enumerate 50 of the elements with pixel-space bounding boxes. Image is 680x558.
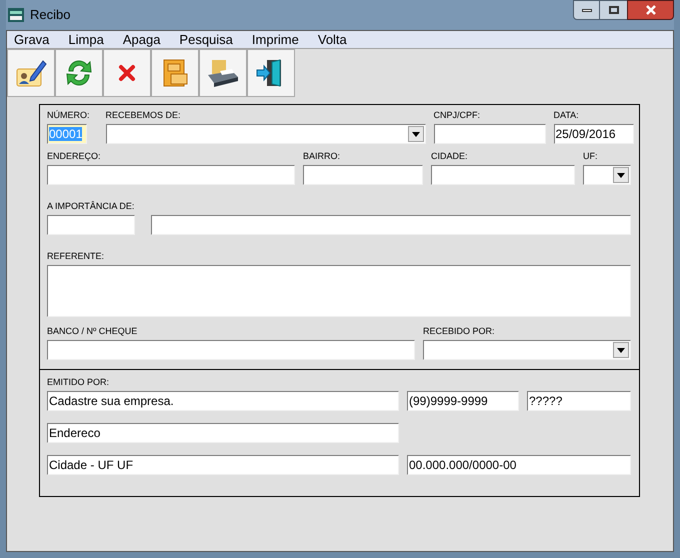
text-field[interactable]: Endereco (47, 423, 399, 443)
dropdown-field[interactable] (106, 124, 426, 144)
window-title: Recibo (30, 6, 70, 24)
text-field[interactable]: ????? (527, 391, 631, 411)
menu-item[interactable]: Grava (14, 32, 50, 48)
toolbar-button[interactable] (199, 49, 247, 97)
maximize-icon (608, 6, 618, 14)
text-field[interactable]: Cadastre sua empresa. (47, 391, 399, 411)
field-label: UF: (583, 151, 598, 162)
text-field[interactable] (434, 124, 546, 144)
app-icon (8, 8, 24, 22)
close-button[interactable] (627, 0, 674, 20)
x-icon (118, 64, 136, 82)
minimize-button[interactable] (573, 0, 600, 20)
dropdown-field[interactable] (423, 340, 631, 360)
text-field[interactable]: Cidade - UF UF (47, 455, 399, 475)
menu-item[interactable]: Volta (318, 32, 347, 48)
menu-item[interactable]: Pesquisa (179, 32, 233, 48)
field-label: NÚMERO: (47, 110, 90, 121)
text-field[interactable]: 25/09/2016 (554, 124, 634, 144)
field-label: RECEBIDO POR: (423, 326, 496, 337)
dropdown-field[interactable] (583, 165, 631, 185)
field-label: DATA: (554, 110, 580, 121)
field-label: REFERENTE: (47, 251, 106, 262)
text-area[interactable] (47, 265, 631, 317)
toolbar-button[interactable] (247, 49, 295, 97)
maximize-button[interactable] (600, 0, 627, 20)
menu-item[interactable]: Imprime (252, 32, 299, 48)
text-field[interactable] (47, 165, 295, 185)
menu-item[interactable]: Limpa (68, 32, 104, 48)
field-label: A IMPORTÂNCIA DE: (47, 201, 135, 212)
field-label: RECEBEMOS DE: (106, 110, 182, 121)
text-field[interactable] (303, 165, 423, 185)
text-field[interactable]: (99)9999-9999 (407, 391, 519, 411)
printer-icon (206, 57, 240, 89)
text-field[interactable] (47, 340, 415, 360)
section-label: EMITIDO POR: (47, 377, 110, 388)
field-label: CNPJ/CPF: (434, 110, 482, 121)
toolbar-button[interactable] (7, 49, 55, 97)
text-field[interactable] (431, 165, 575, 185)
field-label: CIDADE: (431, 151, 469, 162)
menu-item[interactable]: Apaga (122, 32, 160, 48)
close-icon (646, 5, 656, 15)
field-label: ENDEREÇO: (47, 151, 102, 162)
text-field[interactable] (47, 215, 135, 235)
minimize-icon (582, 8, 592, 12)
text-field[interactable] (151, 215, 631, 235)
field-label: BAIRRO: (303, 151, 342, 162)
text-field[interactable]: 00.000.000/0000-00 (407, 455, 631, 475)
field-label: BANCO / Nº CHEQUE (47, 326, 138, 337)
